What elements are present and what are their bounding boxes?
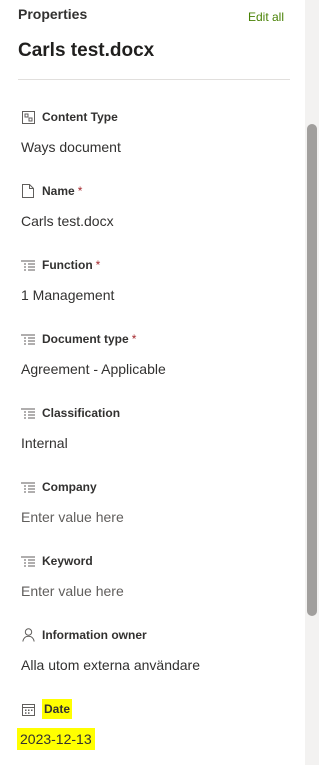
person-icon: [20, 627, 36, 643]
field-label-content-type: Content Type: [20, 107, 118, 127]
required-marker: *: [131, 332, 137, 346]
choice-list-icon: [20, 405, 36, 421]
field-label-information-owner: Information owner: [20, 625, 147, 645]
scrollbar-track[interactable]: [305, 0, 319, 765]
field-label-text: Keyword: [42, 554, 93, 568]
choice-list-icon: [20, 257, 36, 273]
field-label-classification: Classification: [20, 403, 120, 423]
scrollbar-thumb[interactable]: [307, 124, 317, 616]
field-label-name: Name *: [20, 181, 82, 201]
choice-list-icon: [20, 331, 36, 347]
field-label-text: Date: [42, 699, 73, 719]
information-owner-value[interactable]: Alla utom externa användare: [21, 657, 200, 673]
field-label-date: Date: [20, 699, 73, 719]
edit-all-link[interactable]: Edit all: [248, 10, 284, 24]
field-label-text: Company: [42, 480, 97, 494]
keyword-input[interactable]: Enter value here: [21, 583, 124, 599]
company-input[interactable]: Enter value here: [21, 509, 124, 525]
field-label-text: Classification: [42, 406, 121, 420]
required-marker: *: [77, 184, 83, 198]
field-label-function: Function *: [20, 255, 100, 275]
field-label-document-type: Document type *: [20, 329, 136, 349]
content-type-value[interactable]: Ways document: [21, 139, 121, 155]
field-label-text: Document type: [42, 332, 129, 346]
file-name-title: Carls test.docx: [18, 40, 155, 61]
function-value[interactable]: 1 Management: [21, 287, 114, 303]
content-type-icon: [20, 109, 36, 125]
field-label-company: Company: [20, 477, 97, 497]
field-label-text: Content Type: [42, 110, 118, 124]
calendar-icon: [20, 701, 36, 717]
document-icon: [20, 183, 36, 199]
divider: [18, 79, 290, 80]
choice-list-icon: [20, 479, 36, 495]
classification-value[interactable]: Internal: [21, 435, 68, 451]
panel-title: Properties: [18, 6, 88, 22]
field-label-text: Information owner: [42, 628, 147, 642]
date-value[interactable]: 2023-12-13: [17, 728, 95, 750]
field-label-keyword: Keyword: [20, 551, 93, 571]
choice-list-icon: [20, 553, 36, 569]
required-marker: *: [95, 258, 101, 272]
field-label-text: Function: [42, 258, 93, 272]
document-type-value[interactable]: Agreement - Applicable: [21, 361, 166, 377]
properties-panel: Properties Edit all Carls test.docx Cont…: [0, 0, 305, 765]
field-label-text: Name: [42, 184, 75, 198]
name-value[interactable]: Carls test.docx: [21, 213, 114, 229]
